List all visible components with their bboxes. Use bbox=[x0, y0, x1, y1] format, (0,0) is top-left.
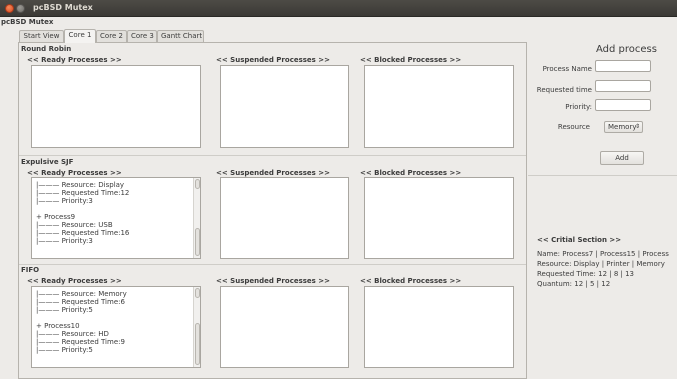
section-title-fifo: FIFO bbox=[21, 266, 40, 274]
updown-arrows-icon: ⇕ bbox=[634, 123, 640, 130]
list-item[interactable]: |——— Priority:5 bbox=[36, 306, 93, 314]
blocked-header: << Blocked Processes >> bbox=[360, 277, 462, 285]
critical-time-line: Requested Time: 12 | 8 | 13 bbox=[537, 270, 635, 278]
suspended-header: << Suspended Processes >> bbox=[216, 56, 331, 64]
suspended-header: << Suspended Processes >> bbox=[216, 277, 331, 285]
blocked-header: << Blocked Processes >> bbox=[360, 169, 462, 177]
ready-list-fifo[interactable]: |——— Resource: Memory |——— Requested Tim… bbox=[31, 286, 201, 368]
critical-quantum-line: Quantum: 12 | 5 | 12 bbox=[537, 280, 611, 288]
list-item[interactable]: |——— Resource: HD bbox=[36, 330, 109, 338]
suspended-list-expulsive-sjf[interactable] bbox=[220, 177, 349, 259]
suspended-header: << Suspended Processes >> bbox=[216, 169, 331, 177]
list-item[interactable]: |——— Requested Time:16 bbox=[36, 229, 129, 237]
right-panel-divider bbox=[528, 175, 677, 176]
suspended-list-fifo[interactable] bbox=[220, 286, 349, 368]
blocked-list-round-robin[interactable] bbox=[364, 65, 514, 148]
list-item[interactable]: |——— Resource: USB bbox=[36, 221, 113, 229]
vertical-scrollbar[interactable] bbox=[193, 287, 200, 367]
critical-name-line: Name: Process7 | Process15 | Process bbox=[537, 250, 669, 258]
vertical-scrollbar[interactable] bbox=[193, 178, 200, 258]
app-label: pcBSD Mutex bbox=[1, 18, 54, 26]
resource-label: Resource bbox=[557, 123, 590, 131]
list-item[interactable]: |——— Resource: Display bbox=[36, 181, 124, 189]
requested-time-input[interactable] bbox=[595, 80, 651, 92]
list-item[interactable]: |——— Requested Time:9 bbox=[36, 338, 125, 346]
add-process-title: Add process bbox=[596, 44, 657, 55]
list-item[interactable]: |——— Requested Time:6 bbox=[36, 298, 125, 306]
process-name-label: Process Name bbox=[542, 65, 592, 73]
window-titlebar: pcBSD Mutex bbox=[0, 0, 677, 17]
process-name-input[interactable] bbox=[595, 60, 651, 72]
tab-start-view[interactable]: Start View bbox=[19, 30, 64, 42]
list-item[interactable]: |——— Priority:3 bbox=[36, 237, 93, 245]
requested-time-label: Requested time bbox=[536, 86, 592, 94]
ready-header: << Ready Processes >> bbox=[27, 277, 122, 285]
resource-select[interactable]: Memory ⇕ bbox=[604, 121, 643, 133]
tab-gantt-chart[interactable]: Gantt Chart bbox=[157, 30, 204, 42]
add-button[interactable]: Add bbox=[600, 151, 644, 165]
blocked-list-expulsive-sjf[interactable] bbox=[364, 177, 514, 259]
scroll-up-handle[interactable] bbox=[195, 288, 200, 298]
scroll-up-handle[interactable] bbox=[195, 179, 200, 189]
list-item[interactable]: |——— Resource: Memory bbox=[36, 290, 127, 298]
section-title-expulsive-sjf: Expulsive SJF bbox=[21, 158, 74, 166]
section-title-round-robin: Round Robin bbox=[21, 45, 72, 53]
tab-core-2[interactable]: Core 2 bbox=[96, 30, 127, 42]
list-item[interactable]: |——— Priority:3 bbox=[36, 197, 93, 205]
minimize-window-icon[interactable] bbox=[16, 4, 25, 13]
blocked-header: << Blocked Processes >> bbox=[360, 56, 462, 64]
ready-list-round-robin[interactable] bbox=[31, 65, 201, 148]
list-item[interactable]: + Process9 bbox=[36, 213, 75, 221]
blocked-list-fifo[interactable] bbox=[364, 286, 514, 368]
critical-section-title: << Critial Section >> bbox=[537, 236, 622, 244]
ready-header: << Ready Processes >> bbox=[27, 169, 122, 177]
scrollbar-thumb[interactable] bbox=[195, 228, 200, 256]
suspended-list-round-robin[interactable] bbox=[220, 65, 349, 148]
ready-list-expulsive-sjf[interactable]: |——— Resource: Display |——— Requested Ti… bbox=[31, 177, 201, 259]
priority-input[interactable] bbox=[595, 99, 651, 111]
close-window-icon[interactable] bbox=[5, 4, 14, 13]
section-divider bbox=[19, 264, 526, 265]
scrollbar-thumb[interactable] bbox=[195, 323, 200, 365]
list-item[interactable]: + Process10 bbox=[36, 322, 80, 330]
ready-header: << Ready Processes >> bbox=[27, 56, 122, 64]
list-item[interactable]: |——— Priority:5 bbox=[36, 346, 93, 354]
priority-label: Priority: bbox=[565, 103, 592, 111]
list-item[interactable]: |——— Requested Time:12 bbox=[36, 189, 129, 197]
window-title: pcBSD Mutex bbox=[33, 3, 93, 12]
tab-core-1[interactable]: Core 1 bbox=[64, 29, 96, 43]
section-divider bbox=[19, 155, 526, 156]
tab-core-3[interactable]: Core 3 bbox=[127, 30, 157, 42]
resource-selected-value: Memory bbox=[608, 123, 637, 131]
critical-resource-line: Resource: Display | Printer | Memory bbox=[537, 260, 665, 268]
